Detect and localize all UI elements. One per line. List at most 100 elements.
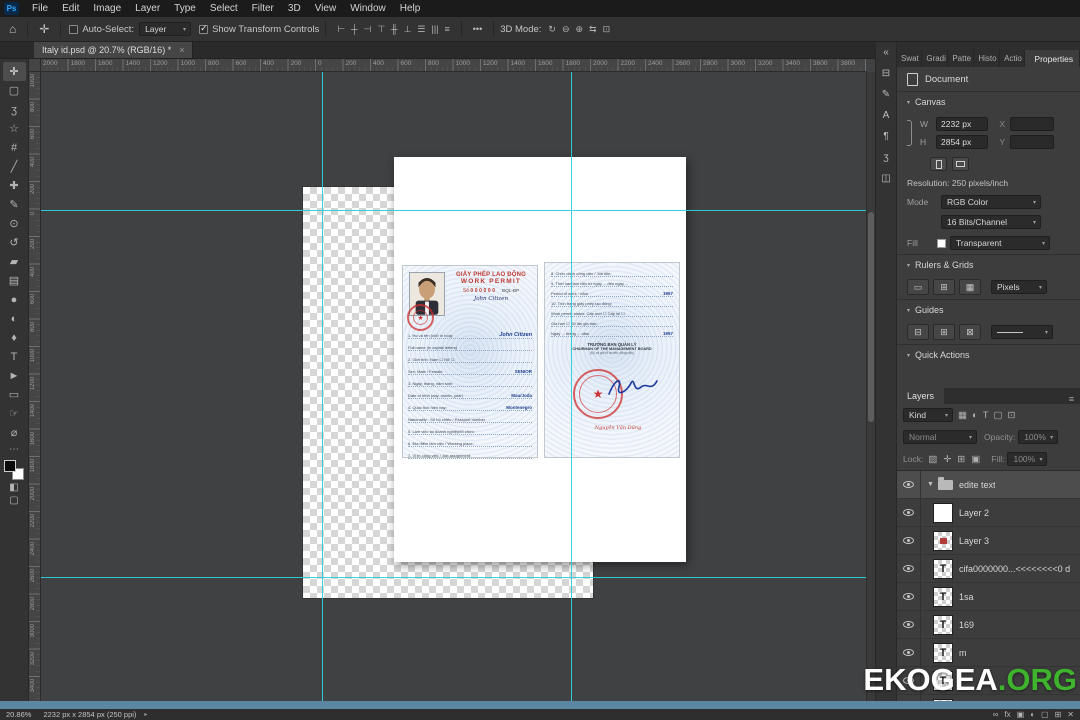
- tool-dodge-icon[interactable]: ◐: [3, 309, 26, 328]
- align-vertical-centers-icon[interactable]: ╫: [388, 24, 400, 34]
- show-transform-checkbox[interactable]: [199, 23, 209, 34]
- layer-row[interactable]: Layer 3: [897, 527, 1080, 555]
- menu-item-type[interactable]: Type: [167, 0, 203, 17]
- panel-tab-actio[interactable]: Actio: [1000, 50, 1026, 67]
- layer-row[interactable]: Tcifa0000000...<<<<<<<<0 d: [897, 555, 1080, 583]
- layer-filter-kind-select[interactable]: Kind: [903, 408, 953, 422]
- home-icon[interactable]: ⌂: [4, 22, 21, 36]
- brush-settings-panel-icon[interactable]: ✎: [882, 89, 890, 100]
- canvas-vertical-scrollbar[interactable]: [866, 72, 875, 701]
- units-select[interactable]: Pixels: [991, 280, 1047, 294]
- screen-mode-icon[interactable]: ▢: [9, 495, 18, 506]
- zoom-level[interactable]: 20.86%: [6, 710, 31, 719]
- link-dimensions-icon[interactable]: [907, 120, 912, 146]
- tab-close-icon[interactable]: ×: [179, 45, 184, 55]
- scrollbar-thumb[interactable]: [868, 212, 874, 422]
- align-bottom-edges-icon[interactable]: ⊥: [401, 24, 415, 35]
- auto-select-checkbox[interactable]: [69, 24, 79, 34]
- menu-item-select[interactable]: Select: [203, 0, 245, 17]
- tool-eraser-icon[interactable]: ▰: [3, 252, 26, 271]
- layer-row[interactable]: ▼ edite text: [897, 471, 1080, 499]
- edit-toolbar-icon[interactable]: ⋯: [9, 444, 19, 455]
- guide-horizontal[interactable]: [41, 577, 866, 578]
- layer-visibility-toggle[interactable]: [897, 499, 921, 526]
- menu-item-window[interactable]: Window: [343, 0, 393, 17]
- lock-guides-icon[interactable]: ⊞: [933, 324, 955, 340]
- tool-type-icon[interactable]: T: [3, 347, 26, 366]
- paragraph-panel-icon[interactable]: ¶: [883, 131, 888, 142]
- menu-item-help[interactable]: Help: [393, 0, 428, 17]
- menu-item-view[interactable]: View: [308, 0, 344, 17]
- quick-actions-section-header[interactable]: Quick Actions: [907, 345, 1070, 365]
- layer-thumbnail[interactable]: [933, 530, 953, 551]
- distribute-horizontal-icon[interactable]: ☰: [414, 24, 428, 35]
- menu-item-3d[interactable]: 3D: [281, 0, 308, 17]
- 3d-drag-icon[interactable]: ⊕: [573, 24, 587, 35]
- document-canvas[interactable]: ★ GIẤY PHÉP LAO ĐỘNG WORK PERMIT Số 0000…: [394, 157, 686, 562]
- lock-all-icon[interactable]: ▣: [969, 454, 982, 465]
- layer-fill-select[interactable]: 100%: [1007, 452, 1048, 466]
- blend-mode-select[interactable]: Normal: [903, 430, 977, 444]
- tool-brush-icon[interactable]: ✎: [3, 195, 26, 214]
- history-panel-icon[interactable]: ⊟: [882, 68, 890, 79]
- tool-move-icon[interactable]: ✛: [2, 62, 26, 81]
- landscape-orientation-button[interactable]: [952, 157, 969, 171]
- horizontal-ruler[interactable]: 2000 1800 1600 1400 1200 1000 800 600 400 200 0 200…: [41, 59, 866, 72]
- layer-effects-icon[interactable]: fx: [1004, 710, 1010, 719]
- tool-rectangular-marquee-icon[interactable]: ▢: [3, 81, 26, 100]
- vertical-ruler[interactable]: 1000 800 600 400 200 0 200 400 600 800 1000 1200 140…: [29, 72, 41, 701]
- guide-vertical[interactable]: [322, 72, 323, 701]
- filter-adjustment-layers-icon[interactable]: ◐: [970, 410, 980, 421]
- 3d-scale-icon[interactable]: ⊡: [600, 24, 614, 35]
- tool-pen-icon[interactable]: ♦: [3, 328, 26, 347]
- lock-transparency-icon[interactable]: ▨: [926, 454, 939, 465]
- layer-row[interactable]: Layer 2: [897, 499, 1080, 527]
- menu-item-image[interactable]: Image: [86, 0, 128, 17]
- layer-thumbnail[interactable]: T: [933, 614, 953, 635]
- 3d-rotate-icon[interactable]: ↻: [545, 24, 559, 35]
- distribute-vertical-icon[interactable]: |||: [428, 24, 441, 34]
- clear-guides-icon[interactable]: ⊠: [959, 324, 981, 340]
- toggle-guides-icon[interactable]: ⊟: [907, 324, 929, 340]
- layer-visibility-toggle[interactable]: [897, 611, 921, 638]
- collapse-panels-icon[interactable]: «: [883, 47, 889, 58]
- rulers-grids-section-header[interactable]: Rulers & Grids: [907, 255, 1070, 275]
- color-mode-select[interactable]: RGB Color: [941, 195, 1041, 209]
- align-horizontal-centers-icon[interactable]: ┼: [348, 24, 360, 34]
- distribute-spacing-icon[interactable]: ≡: [442, 24, 453, 34]
- fill-select[interactable]: Transparent: [950, 236, 1050, 250]
- toggle-rulers-icon[interactable]: ▭: [907, 279, 929, 295]
- portrait-orientation-button[interactable]: [930, 157, 947, 171]
- opacity-select[interactable]: 100%: [1018, 430, 1059, 444]
- 3d-slide-icon[interactable]: ⇆: [586, 24, 600, 35]
- tool-blur-icon[interactable]: ●: [3, 290, 26, 309]
- layer-thumbnail[interactable]: T: [933, 586, 953, 607]
- align-right-edges-icon[interactable]: ⊣: [360, 24, 374, 35]
- layer-thumbnail[interactable]: T: [933, 558, 953, 579]
- filter-shape-layers-icon[interactable]: ▢: [992, 410, 1005, 421]
- layer-visibility-toggle[interactable]: [897, 583, 921, 610]
- tool-spot-healing-brush-icon[interactable]: ✚: [3, 176, 26, 195]
- guide-vertical[interactable]: [571, 72, 572, 701]
- layer-row[interactable]: T 169: [897, 611, 1080, 639]
- auto-select-target-select[interactable]: Layer: [139, 22, 192, 36]
- align-top-edges-icon[interactable]: ⊤: [374, 24, 388, 35]
- group-expand-chevron[interactable]: ▼: [927, 481, 934, 488]
- guides-section-header[interactable]: Guides: [907, 300, 1070, 320]
- character-panel-icon[interactable]: A: [883, 110, 890, 121]
- guide-style-select[interactable]: [991, 325, 1053, 339]
- filter-pixel-layers-icon[interactable]: ▦: [956, 410, 969, 421]
- document-tab[interactable]: Italy id.psd @ 20.7% (RGB/16) * ×: [34, 41, 194, 58]
- new-layer-icon[interactable]: ⊞: [1055, 710, 1062, 719]
- menu-item-filter[interactable]: Filter: [245, 0, 281, 17]
- panel-tab-gradi[interactable]: Gradi: [922, 50, 949, 67]
- foreground-color-swatch[interactable]: [4, 460, 16, 472]
- filter-smart-objects-icon[interactable]: ⊡: [1006, 410, 1018, 421]
- align-left-edges-icon[interactable]: ⊢: [334, 24, 348, 35]
- tool-gradient-icon[interactable]: ▤: [3, 271, 26, 290]
- link-layers-icon[interactable]: ∞: [993, 710, 999, 719]
- layer-thumbnail[interactable]: T: [933, 642, 953, 663]
- delete-layer-icon[interactable]: ✕: [1067, 710, 1074, 719]
- toggle-grid-icon[interactable]: ⊞: [933, 279, 955, 295]
- layer-group-icon[interactable]: ▢: [1041, 710, 1049, 719]
